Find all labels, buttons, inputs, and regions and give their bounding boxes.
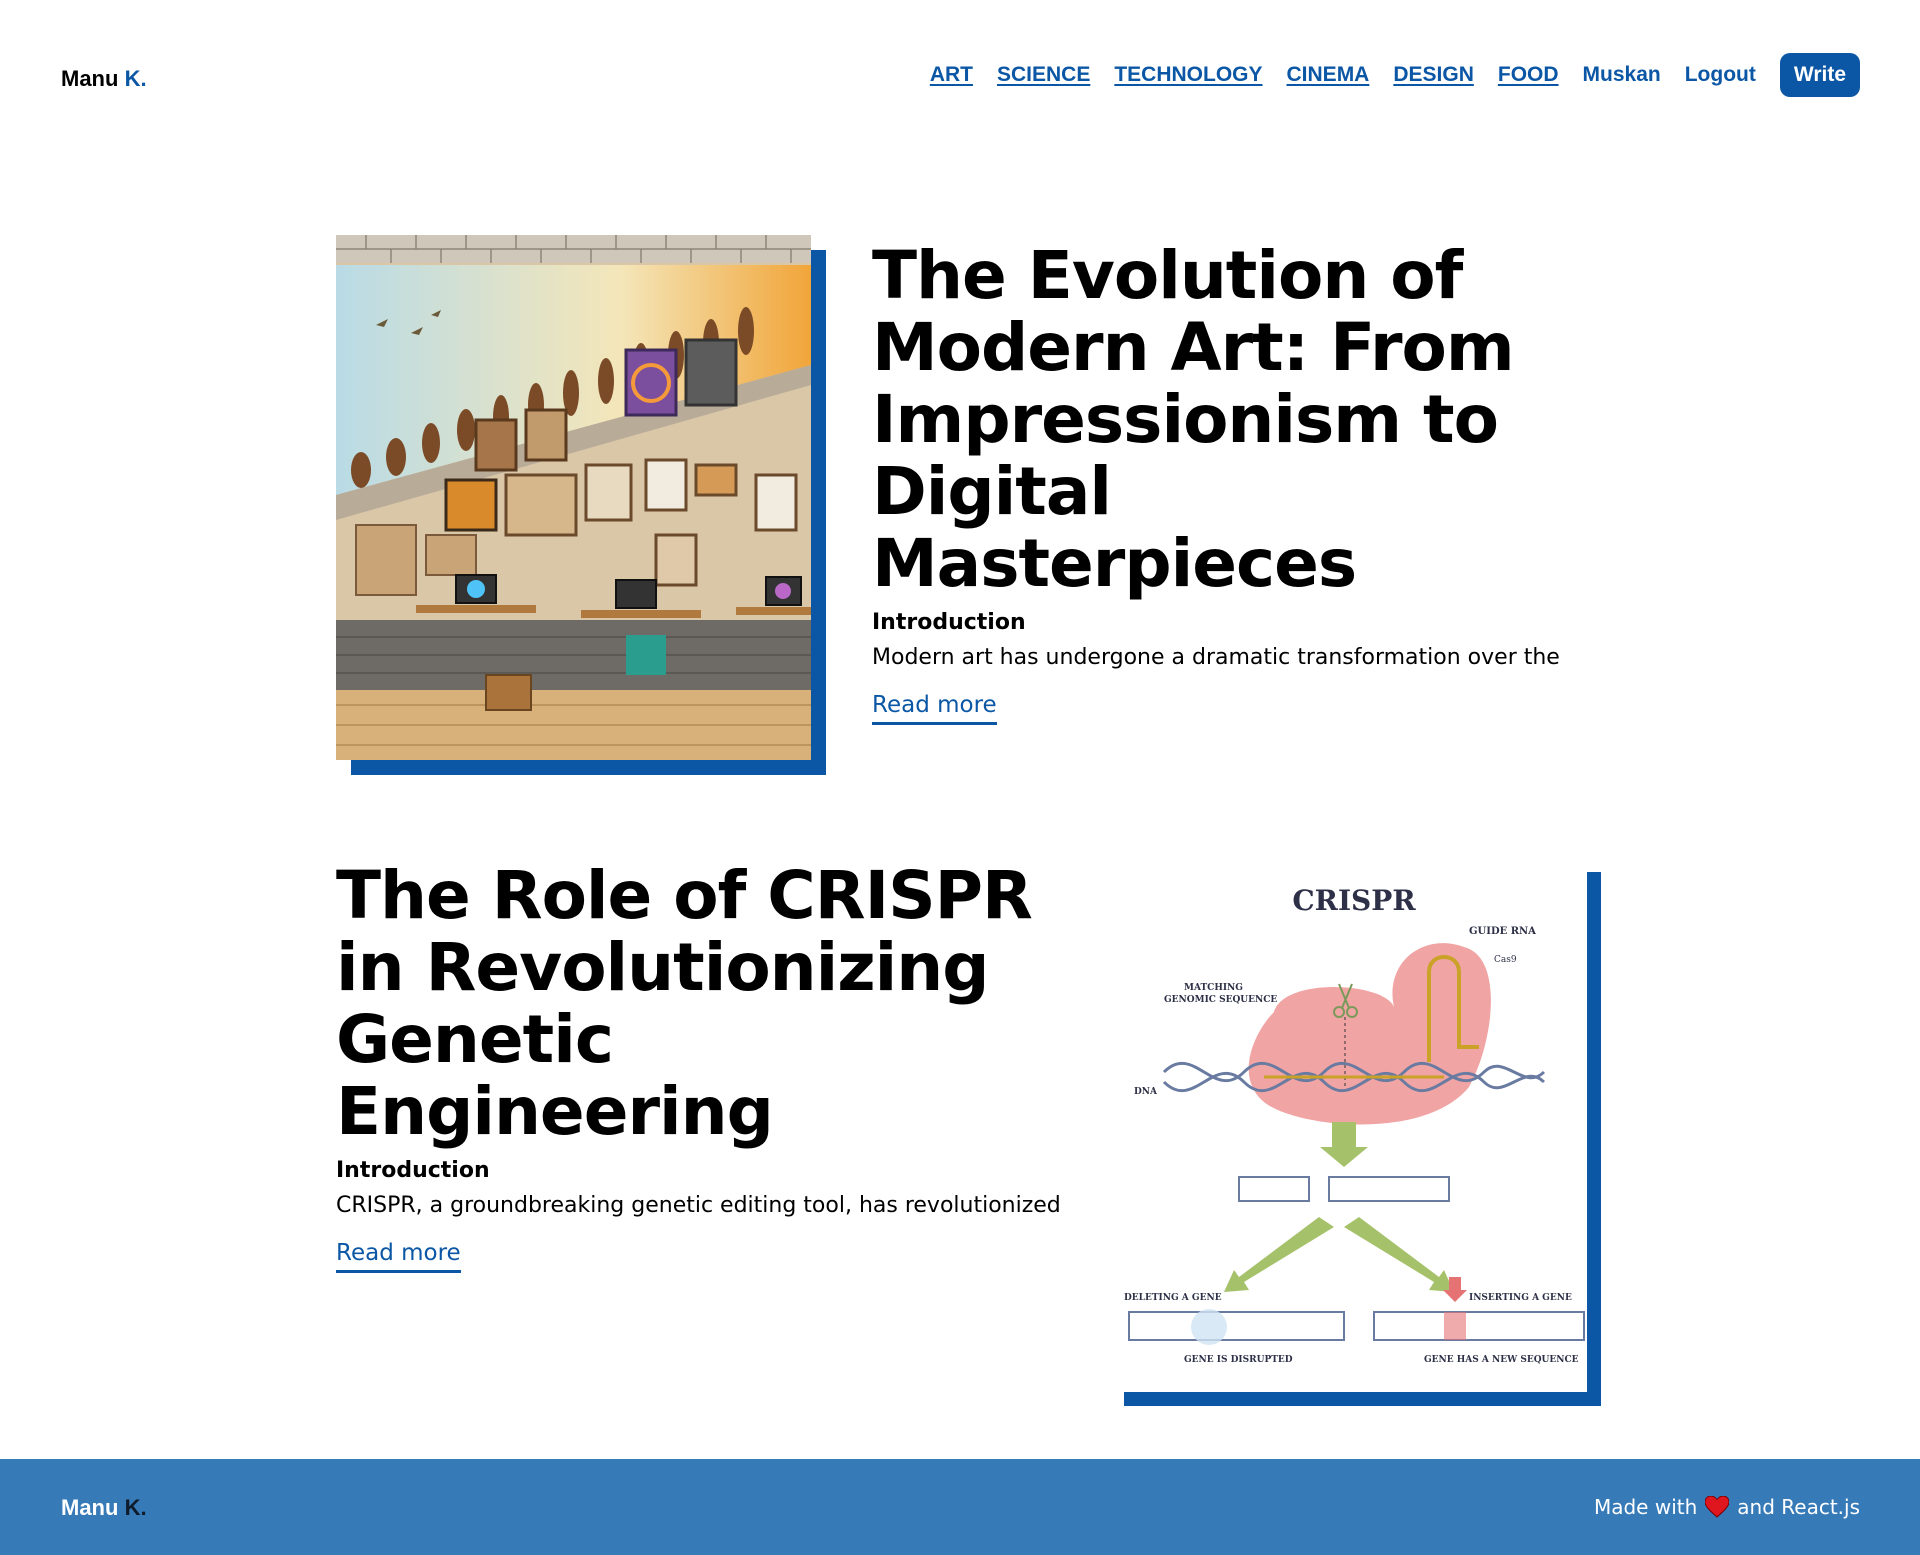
post-image[interactable]: CRISPR GUIDE RNA Cas9 MATCHING GENOMIC S… [1124,872,1587,1392]
write-button[interactable]: Write [1779,53,1860,97]
label-genomic: GENOMIC SEQUENCE [1164,995,1277,1005]
post-excerpt: CRISPR, a groundbreaking genetic editing… [336,1193,1061,1218]
post-title[interactable]: The Evolution of Modern Art: From Impres… [872,240,1592,600]
main-nav: ART SCIENCE TECHNOLOGY CINEMA DESIGN FOO… [906,53,1860,97]
footer-logo-main: Manu [61,1495,119,1520]
nav-link-food[interactable]: FOOD [1498,63,1559,87]
post-subtitle: Introduction [872,610,1026,635]
label-disrupted: GENE IS DISRUPTED [1184,1355,1293,1365]
nav-link-cinema[interactable]: CINEMA [1287,63,1370,87]
nav-link-technology[interactable]: TECHNOLOGY [1114,63,1262,87]
label-matching: MATCHING [1184,983,1243,993]
logo-main: Manu [61,66,119,91]
footer-logo-accent: K. [124,1495,147,1520]
post-image[interactable] [336,235,811,760]
crispr-diagram: CRISPR GUIDE RNA Cas9 MATCHING GENOMIC S… [1124,884,1585,1365]
post-card: The Evolution of Modern Art: From Impres… [336,235,1596,775]
footer-credit: Made with and React.js [1594,1495,1860,1519]
label-guide-rna: GUIDE RNA [1469,926,1536,937]
logo-accent: K. [124,66,147,91]
post-image-frame [336,235,826,775]
label-inserting: INSERTING A GENE [1469,1293,1572,1303]
post-subtitle: Introduction [336,1158,490,1183]
post-title[interactable]: The Role of CRISPR in Revolutionizing Ge… [336,860,1036,1148]
react-text: and React.js [1737,1495,1860,1519]
label-deleting: DELETING A GENE [1124,1293,1222,1303]
post-content: The Role of CRISPR in Revolutionizing Ge… [336,860,1061,1273]
site-footer: Manu K. Made with and React.js [0,1459,1920,1555]
footer-logo[interactable]: Manu K. [61,1495,147,1521]
label-new-sequence: GENE HAS A NEW SEQUENCE [1424,1355,1579,1365]
diagram-title: CRISPR [1292,884,1416,917]
nav-link-design[interactable]: DESIGN [1393,63,1474,87]
post-content: The Evolution of Modern Art: From Impres… [872,240,1592,725]
art-illustration [336,235,811,760]
read-more-link[interactable]: Read more [872,692,997,725]
made-with-text: Made with [1593,1495,1698,1519]
site-logo[interactable]: Manu K. [61,66,147,92]
site-header: Manu K. ART SCIENCE TECHNOLOGY CINEMA DE… [0,0,1920,150]
logout-link[interactable]: Logout [1685,63,1756,87]
post-image-frame: CRISPR GUIDE RNA Cas9 MATCHING GENOMIC S… [1124,872,1601,1406]
nav-link-art[interactable]: ART [930,63,973,87]
post-excerpt: Modern art has undergone a dramatic tran… [872,645,1560,670]
nav-link-science[interactable]: SCIENCE [997,63,1090,87]
nav-user-name[interactable]: Muskan [1583,63,1661,87]
label-cas9: Cas9 [1494,955,1517,965]
post-card: The Role of CRISPR in Revolutionizing Ge… [336,860,1601,1406]
label-dna: DNA [1134,1087,1158,1097]
heart-icon [1705,1496,1730,1518]
read-more-link[interactable]: Read more [336,1240,461,1273]
